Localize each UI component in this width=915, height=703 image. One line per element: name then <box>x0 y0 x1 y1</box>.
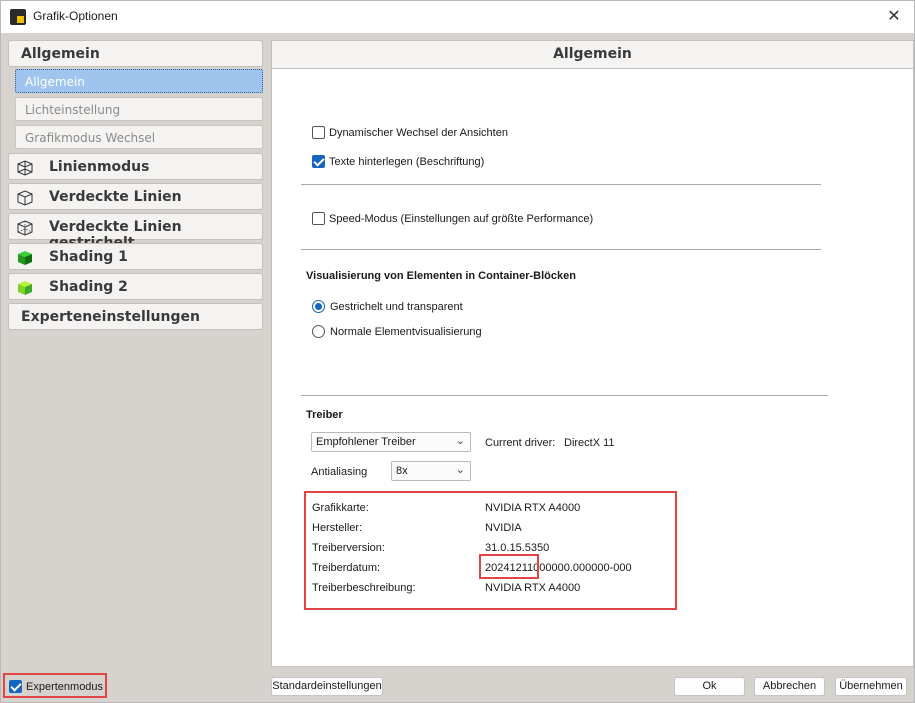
cancel-button[interactable]: Abbrechen <box>754 677 825 696</box>
sidebar-category-shading-2[interactable]: Shading 2 <box>8 273 263 300</box>
sidebar-subitem-grafikmodus-wechsel[interactable]: Grafikmodus Wechsel <box>15 125 263 149</box>
speed-mode-label: Speed-Modus (Einstellungen auf größte Pe… <box>329 213 594 225</box>
sidebar-subitem-lichteinstellung[interactable]: Lichteinstellung <box>15 97 263 121</box>
dialog-window: Grafik-Optionen ✕ Allgemein Allgemein Li… <box>0 0 915 703</box>
current-driver-label: Current driver: <box>485 437 556 449</box>
expert-mode-checkbox[interactable] <box>9 680 22 693</box>
defaults-button[interactable]: Standardeinstellungen <box>271 677 383 696</box>
gpu-info-key: Treiberdatum: <box>312 562 381 574</box>
green-cube-icon <box>18 251 32 265</box>
radio-dashed-transparent-label: Gestrichelt und transparent <box>330 301 463 313</box>
ok-button[interactable]: Ok <box>674 677 745 696</box>
sidebar-category-experteneinstellungen[interactable]: Experteneinstellungen <box>8 303 263 330</box>
sidebar-category-verdeckte-linien-gestrichelt[interactable]: Verdeckte Linien gestrichelt <box>8 213 263 251</box>
gpu-info-value: NVIDIA RTX A4000 <box>485 582 581 594</box>
expert-mode-label: Expertenmodus <box>26 681 104 693</box>
settings-panel: Allgemein Dynamischer Wechsel der Ansich… <box>271 40 914 667</box>
close-icon[interactable]: ✕ <box>882 5 906 29</box>
dynamic-switch-label: Dynamischer Wechsel der Ansichten <box>329 127 508 139</box>
gpu-info-value: NVIDIA RTX A4000 <box>485 502 581 514</box>
text-background-checkbox[interactable] <box>312 155 325 168</box>
hidden-lines-cube-icon <box>17 190 33 206</box>
driver-section-title: Treiber <box>306 409 343 421</box>
chevron-down-icon: ⌄ <box>455 435 465 447</box>
apply-button[interactable]: Übernehmen <box>835 677 907 696</box>
container-section-title: Visualisierung von Elementen in Containe… <box>306 270 576 282</box>
sidebar-category-allgemein[interactable]: Allgemein <box>8 40 263 67</box>
window-title: Grafik-Optionen <box>33 9 118 23</box>
panel-header: Allgemein <box>272 41 913 69</box>
antialiasing-select[interactable]: 8x ⌄ <box>391 461 471 481</box>
divider <box>301 395 828 396</box>
driver-date-highlight <box>479 554 539 579</box>
divider <box>301 249 821 250</box>
divider <box>301 184 821 185</box>
gpu-info-value: 31.0.15.5350 <box>485 542 550 554</box>
dashed-cube-icon <box>17 220 33 236</box>
sidebar-subitem-allgemein[interactable]: Allgemein <box>15 69 263 93</box>
chevron-down-icon: ⌄ <box>455 464 465 476</box>
driver-select[interactable]: Empfohlener Treiber ⌄ <box>311 432 471 452</box>
sidebar: Allgemein Allgemein Lichteinstellung Gra… <box>1 33 269 667</box>
title-bar: Grafik-Optionen ✕ <box>1 1 914 33</box>
gpu-info-value: NVIDIA <box>485 522 522 534</box>
app-logo-icon <box>10 9 26 25</box>
yellow-green-cube-icon <box>18 281 32 295</box>
radio-dashed-transparent[interactable] <box>312 300 325 313</box>
text-background-label: Texte hinterlegen (Beschriftung) <box>329 156 485 168</box>
speed-mode-checkbox[interactable] <box>312 212 325 225</box>
panel-title: Allgemein <box>553 46 632 62</box>
radio-normal-visualization-label: Normale Elementvisualisierung <box>330 326 482 338</box>
gpu-info-key: Treiberbeschreibung: <box>312 582 416 594</box>
radio-normal-visualization[interactable] <box>312 325 325 338</box>
sidebar-category-verdeckte-linien[interactable]: Verdeckte Linien <box>8 183 263 210</box>
sidebar-category-linienmodus[interactable]: Linienmodus <box>8 153 263 180</box>
antialiasing-label: Antialiasing <box>311 466 368 478</box>
dynamic-switch-checkbox[interactable] <box>312 126 325 139</box>
sidebar-category-shading-1[interactable]: Shading 1 <box>8 243 263 270</box>
current-driver-value: DirectX 11 <box>564 437 615 449</box>
gpu-info-key: Grafikkarte: <box>312 502 369 514</box>
gpu-info-key: Treiberversion: <box>312 542 385 554</box>
wireframe-cube-icon <box>17 160 33 176</box>
gpu-info-key: Hersteller: <box>312 522 363 534</box>
